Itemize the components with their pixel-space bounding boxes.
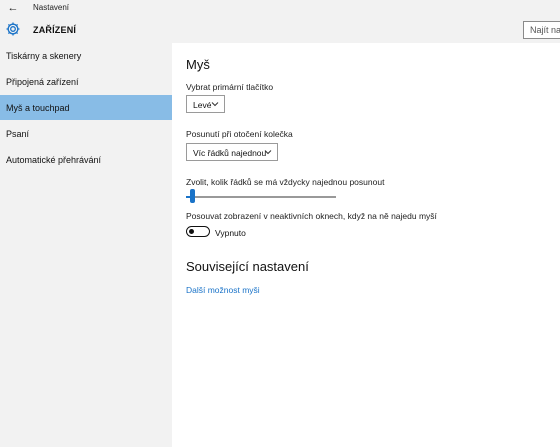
page-header: ZAŘÍZENÍ Najít nastavení <box>0 17 560 43</box>
toggle-state-label: Vypnuto <box>215 228 246 238</box>
sidebar-item-label: Automatické přehrávání <box>6 155 102 165</box>
sidebar-item-mouse-touchpad[interactable]: Myš a touchpad <box>0 95 172 120</box>
chevron-down-icon <box>211 102 219 107</box>
sidebar-item-typing[interactable]: Psaní <box>0 121 172 146</box>
section-title: Myš <box>186 57 210 72</box>
additional-mouse-options-link[interactable]: Další možnost myši <box>186 285 260 295</box>
sidebar-item-autoplay[interactable]: Automatické přehrávání <box>0 147 172 172</box>
lines-slider-track[interactable] <box>186 196 336 198</box>
title-bar: ← Nastavení <box>0 0 560 17</box>
sidebar-item-label: Psaní <box>6 129 30 139</box>
sidebar-item-label: Tiskárny a skenery <box>6 51 82 61</box>
sidebar-item-printers[interactable]: Tiskárny a skenery <box>0 43 172 68</box>
related-settings-title: Související nastavení <box>186 259 309 274</box>
inactive-scroll-toggle[interactable] <box>186 226 210 237</box>
sidebar-item-label: Myš a touchpad <box>6 103 70 113</box>
main-content: Myš Vybrat primární tlačítko Levé Posunu… <box>172 43 560 447</box>
scroll-wheel-dropdown[interactable]: Víc řádků najednou <box>186 143 278 161</box>
back-button[interactable]: ← <box>6 1 20 15</box>
toggle-knob <box>189 228 194 234</box>
page-title: ZAŘÍZENÍ <box>33 25 77 35</box>
primary-button-dropdown[interactable]: Levé <box>186 95 225 113</box>
search-input[interactable]: Najít nastavení <box>523 21 560 39</box>
arrow-left-icon: ← <box>7 2 19 14</box>
inactive-scroll-label: Posouvat zobrazení v neaktivních oknech,… <box>186 211 437 221</box>
lines-slider-label: Zvolit, kolik řádků se má vždycky najedn… <box>186 177 385 187</box>
sidebar-item-label: Připojená zařízení <box>6 77 79 87</box>
lines-slider-thumb[interactable] <box>189 189 195 203</box>
window-title: Nastavení <box>33 3 70 12</box>
sidebar: Tiskárny a skenery Připojená zařízení My… <box>0 43 172 447</box>
dropdown-value: Levé <box>193 100 212 110</box>
chevron-down-icon <box>264 150 272 155</box>
gear-icon <box>6 22 20 36</box>
scroll-wheel-label: Posunutí při otočení kolečka <box>186 129 293 139</box>
sidebar-item-connected-devices[interactable]: Připojená zařízení <box>0 69 172 94</box>
dropdown-value: Víc řádků najednou <box>193 148 267 158</box>
primary-button-label: Vybrat primární tlačítko <box>186 82 274 92</box>
